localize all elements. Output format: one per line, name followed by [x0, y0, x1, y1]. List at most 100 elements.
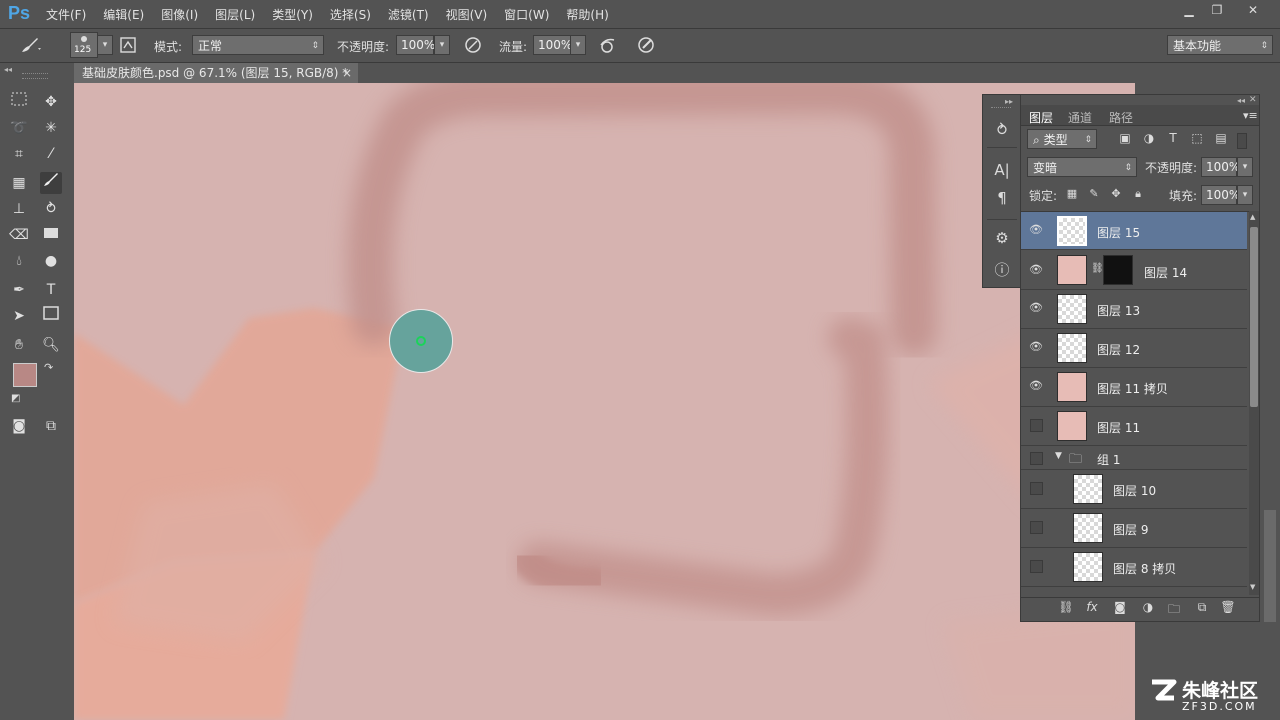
- zoom-tool-icon[interactable]: 🔍︎: [40, 334, 62, 356]
- layer-row[interactable]: 👁︎ 图层 15: [1021, 212, 1247, 250]
- default-colors-icon[interactable]: ◩: [11, 393, 20, 404]
- mask-link-icon[interactable]: ⛓: [1091, 263, 1104, 274]
- dodge-tool-icon[interactable]: ●: [40, 250, 62, 272]
- screen-mode-icon[interactable]: ⧉: [40, 415, 62, 437]
- menu-window[interactable]: 窗口(W): [504, 6, 549, 23]
- tab-paths[interactable]: 路径: [1109, 109, 1133, 126]
- clone-stamp-tool-icon[interactable]: ⊥: [8, 198, 30, 220]
- mode-select[interactable]: 正常 ⇕: [192, 35, 324, 55]
- rectangle-tool-icon[interactable]: [40, 305, 62, 327]
- canvas[interactable]: [74, 83, 1135, 720]
- layer-style-fx-icon[interactable]: fx: [1083, 600, 1101, 614]
- filter-smart-object-icon[interactable]: ▤: [1213, 131, 1229, 145]
- filter-pixel-icon[interactable]: ▣: [1117, 131, 1133, 145]
- tab-channels[interactable]: 通道: [1068, 109, 1092, 126]
- quick-mask-icon[interactable]: ◙: [8, 415, 30, 437]
- menu-layer[interactable]: 图层(L): [215, 6, 255, 23]
- layer-row[interactable]: 图层 10: [1021, 470, 1247, 509]
- menu-image[interactable]: 图像(I): [161, 6, 198, 23]
- panel-grip[interactable]: [991, 107, 1011, 111]
- brush-tool-preset-icon[interactable]: [18, 35, 42, 59]
- visibility-toggle-off[interactable]: [1030, 521, 1043, 534]
- filter-shape-icon[interactable]: ⬚: [1189, 131, 1205, 145]
- visibility-eye-icon[interactable]: 👁︎: [1029, 223, 1043, 237]
- blur-tool-icon[interactable]: 💧︎: [8, 250, 30, 272]
- filter-kind-select[interactable]: ⌕ 类型 ⇕: [1027, 129, 1097, 149]
- flow-dropdown[interactable]: ▾: [570, 35, 586, 55]
- layer-row[interactable]: 图层 9: [1021, 509, 1247, 548]
- add-mask-icon[interactable]: ◙: [1111, 600, 1129, 614]
- pen-tool-icon[interactable]: ✒: [8, 279, 30, 301]
- blend-mode-select[interactable]: 变暗 ⇕: [1027, 157, 1137, 177]
- layer-row[interactable]: 👁︎ ⛓ 图层 14: [1021, 250, 1247, 290]
- visibility-eye-icon[interactable]: 👁︎: [1029, 301, 1043, 315]
- menu-view[interactable]: 视图(V): [446, 6, 488, 23]
- filter-toggle[interactable]: [1237, 133, 1247, 149]
- visibility-toggle-off[interactable]: [1030, 452, 1043, 465]
- lasso-tool-icon[interactable]: ➰: [8, 117, 30, 139]
- filter-adjustment-icon[interactable]: ◑: [1141, 131, 1157, 145]
- marquee-tool-icon[interactable]: [8, 91, 30, 113]
- properties-panel-icon[interactable]: ⚙: [991, 229, 1013, 247]
- character-panel-icon[interactable]: A|: [991, 161, 1013, 179]
- close-window-button[interactable]: ✕: [1240, 2, 1266, 18]
- minimize-button[interactable]: ▁: [1176, 2, 1202, 18]
- brush-size-picker[interactable]: 125: [70, 32, 98, 58]
- delete-layer-icon[interactable]: 🗑︎: [1219, 600, 1237, 614]
- document-tab[interactable]: 基础皮肤颜色.psd @ 67.1% (图层 15, RGB/8) * ×: [74, 63, 358, 83]
- magic-wand-tool-icon[interactable]: ✳: [40, 117, 62, 139]
- eyedropper-tool-icon[interactable]: ⁄: [40, 143, 62, 165]
- crop-tool-icon[interactable]: ⌗: [8, 143, 30, 165]
- visibility-toggle-off[interactable]: [1030, 482, 1043, 495]
- close-document-button[interactable]: ×: [342, 63, 352, 83]
- history-brush-tool-icon[interactable]: ⥁: [40, 198, 62, 220]
- flow-input[interactable]: 100%: [533, 35, 572, 55]
- tab-layers[interactable]: 图层: [1029, 109, 1053, 126]
- adjustment-layer-icon[interactable]: ◑: [1139, 600, 1157, 614]
- opacity-input[interactable]: 100%: [396, 35, 435, 55]
- swap-colors-icon[interactable]: ↷: [44, 361, 53, 374]
- scroll-up-icon[interactable]: ▲: [1250, 213, 1255, 221]
- healing-brush-tool-icon[interactable]: ▦: [8, 172, 30, 194]
- airbrush-icon[interactable]: [597, 35, 619, 59]
- paragraph-panel-icon[interactable]: ¶: [991, 189, 1013, 207]
- layer-list-scrollbar[interactable]: ▲ ▼: [1249, 211, 1259, 595]
- move-tool-icon[interactable]: ✥: [40, 91, 62, 113]
- visibility-toggle-off[interactable]: [1030, 560, 1043, 573]
- layer-row[interactable]: 👁︎ 图层 13: [1021, 290, 1247, 329]
- menu-help[interactable]: 帮助(H): [566, 6, 608, 23]
- lock-position-icon[interactable]: ✥: [1109, 187, 1123, 200]
- lock-transparency-icon[interactable]: ▦: [1065, 187, 1079, 200]
- fill-dropdown[interactable]: ▾: [1237, 185, 1253, 205]
- visibility-toggle-off[interactable]: [1030, 419, 1043, 432]
- layer-row[interactable]: 👁︎ 图层 12: [1021, 329, 1247, 368]
- close-panel-icon[interactable]: ✕: [1249, 95, 1257, 105]
- window-scrollbar[interactable]: [1264, 510, 1276, 622]
- layer-opacity-input[interactable]: 100%: [1201, 157, 1240, 177]
- menu-file[interactable]: 文件(F): [46, 6, 86, 23]
- filter-type-icon[interactable]: T: [1165, 131, 1181, 145]
- fill-input[interactable]: 100%: [1201, 185, 1240, 205]
- layer-row[interactable]: 图层 11: [1021, 407, 1247, 446]
- menu-type[interactable]: 类型(Y): [272, 6, 313, 23]
- lock-all-icon[interactable]: 🔒︎: [1131, 187, 1145, 201]
- visibility-eye-icon[interactable]: 👁︎: [1029, 379, 1043, 393]
- history-panel-icon[interactable]: ⥁: [991, 121, 1013, 139]
- collapse-arrows-icon[interactable]: ◂◂: [4, 65, 12, 74]
- link-layers-icon[interactable]: ⛓: [1057, 600, 1075, 614]
- path-selection-tool-icon[interactable]: ➤: [8, 305, 30, 327]
- info-panel-icon[interactable]: ⓘ: [991, 259, 1013, 280]
- type-tool-icon[interactable]: T: [40, 279, 62, 301]
- pressure-opacity-icon[interactable]: [462, 35, 484, 59]
- gradient-tool-icon[interactable]: [40, 224, 62, 246]
- visibility-eye-icon[interactable]: 👁︎: [1029, 263, 1043, 277]
- visibility-eye-icon[interactable]: 👁︎: [1029, 340, 1043, 354]
- layer-group-row[interactable]: ▼ 🗀 组 1: [1021, 446, 1247, 470]
- panel-grip[interactable]: [22, 73, 48, 79]
- layer-mask-thumbnail[interactable]: [1103, 255, 1133, 285]
- expand-arrows-icon[interactable]: ▸▸: [1005, 97, 1013, 106]
- scroll-down-icon[interactable]: ▼: [1250, 583, 1255, 591]
- foreground-color-swatch[interactable]: [13, 363, 37, 387]
- opacity-dropdown[interactable]: ▾: [434, 35, 450, 55]
- workspace-select[interactable]: 基本功能 ⇕: [1167, 35, 1273, 55]
